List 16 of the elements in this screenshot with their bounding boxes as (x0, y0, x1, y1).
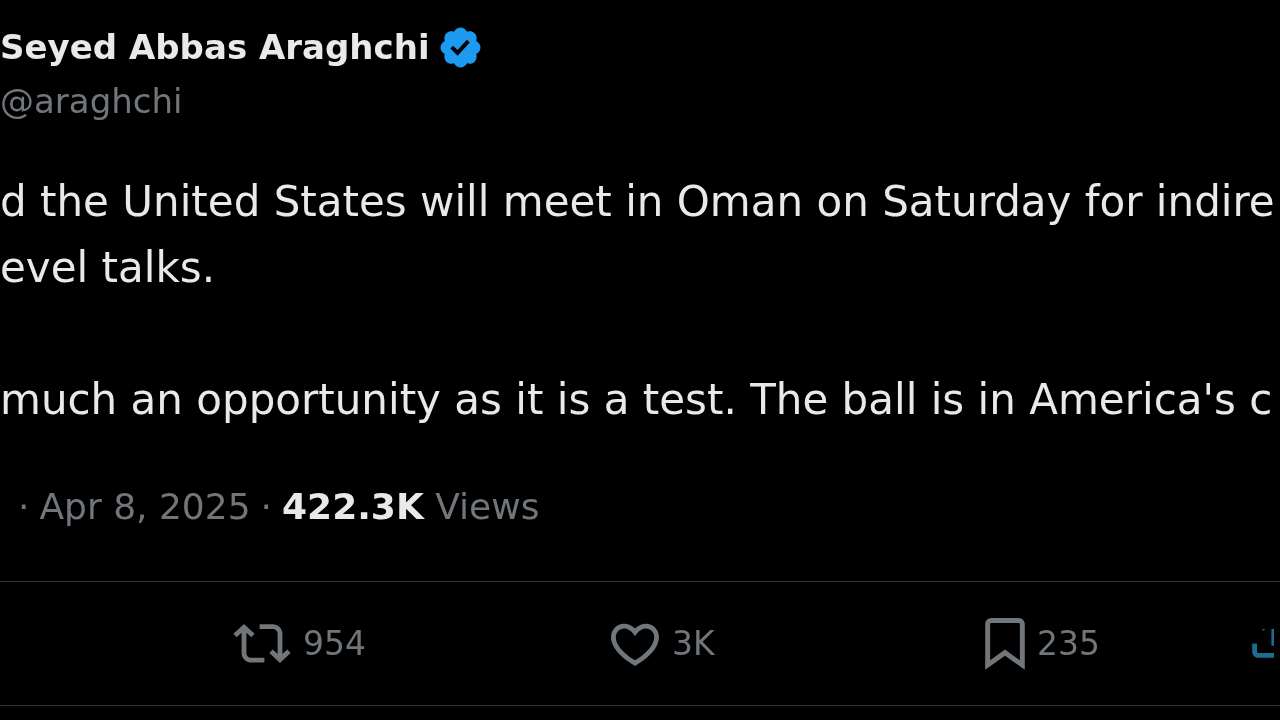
heart-icon (610, 621, 660, 666)
view-count: 422.3K Views (282, 485, 540, 529)
author-handle[interactable]: @araghchi (0, 77, 183, 125)
tweet-text: much an opportunity as it is a test. The ball is in America's c (0, 374, 1273, 426)
share-button[interactable] (1252, 628, 1274, 659)
retweet-icon (233, 622, 291, 665)
separator-dot: · (260, 485, 273, 529)
author-name[interactable]: Seyed Abbas Araghchi (0, 24, 430, 70)
tweet-text: d the United States will meet in Oman on Saturday for indire evel talks. (0, 176, 1275, 294)
like-button[interactable]: 3K (610, 621, 715, 666)
post-date[interactable]: Apr 8, 2025 (39, 484, 251, 530)
retweet-button[interactable]: 954 (233, 622, 366, 665)
bookmark-icon (985, 617, 1025, 670)
share-icon (1252, 628, 1274, 659)
separator-dot: · (18, 485, 30, 529)
bookmark-button[interactable]: 235 (985, 617, 1100, 670)
